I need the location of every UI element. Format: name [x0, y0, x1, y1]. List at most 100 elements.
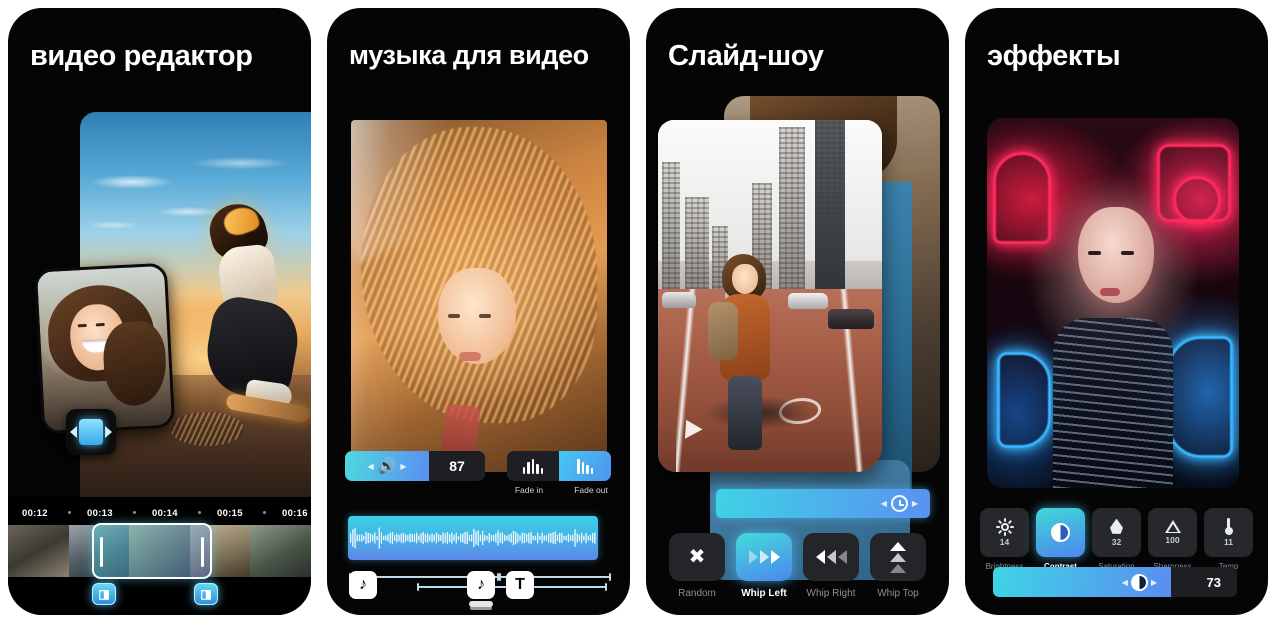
panel-effects: эффекты 14BrightnessContrast32Saturation… — [965, 8, 1268, 615]
adjustment-temp[interactable]: 11Temp — [1204, 508, 1253, 571]
timeline-tick — [198, 511, 201, 514]
car — [662, 291, 697, 308]
transition-option-whip-left[interactable]: Whip Left — [736, 533, 792, 599]
timeline-timestamp: 00:15 — [217, 507, 243, 519]
audio-bars-icon — [577, 458, 593, 474]
pip-eye-left — [77, 323, 87, 328]
adjustment-tile[interactable]: 100 — [1148, 508, 1197, 557]
fade-out-button[interactable] — [559, 451, 611, 481]
duration-decrease-icon[interactable]: ◀ — [881, 499, 887, 508]
adjustment-value: 11 — [1224, 537, 1233, 547]
subject-striped-top — [1052, 317, 1173, 488]
subject-eye-right — [1120, 251, 1134, 256]
panel-title-music: музыка для видео — [349, 40, 589, 70]
transition-tile[interactable] — [870, 533, 926, 581]
transition-list[interactable]: ✖ Random Whip Left Whip Right Whip Top — [646, 533, 949, 599]
droplet-icon — [1110, 518, 1123, 534]
increase-icon[interactable]: ▶ — [400, 462, 406, 471]
timeline-tick — [263, 511, 266, 514]
effects-video-preview[interactable] — [987, 118, 1239, 488]
music-toolbar[interactable]: ♪ ♪ T — [327, 563, 630, 607]
panel-slideshow: Слайд-шоу ◀ ▶ ✖ Random Whip Left Whip Ri… — [646, 8, 949, 615]
volume-control[interactable]: ◀ 🔊 ▶ 87 — [345, 451, 485, 481]
slideshow-subject — [703, 253, 814, 472]
neon-sign-blue-left — [997, 352, 1051, 448]
volume-value: 87 — [429, 451, 485, 481]
adjustment-tile[interactable]: 32 — [1092, 508, 1141, 557]
transition-icon: ◨ — [200, 587, 212, 601]
fade-buttons[interactable] — [507, 451, 611, 481]
transition-marker[interactable]: ◨ — [194, 583, 218, 605]
adjustment-contrast[interactable]: Contrast — [1036, 508, 1085, 571]
model-lips — [458, 352, 481, 362]
fade-out-label: Fade out — [574, 485, 608, 495]
music-note-icon: ♪ — [359, 576, 367, 593]
subject-face — [731, 263, 758, 294]
transition-label: Whip Left — [741, 588, 787, 599]
adjustment-brightness[interactable]: 14Brightness — [980, 508, 1029, 571]
add-music-button[interactable]: ♪ — [349, 571, 377, 599]
transition-icon: ◨ — [98, 587, 110, 601]
fade-in-label: Fade in — [514, 485, 544, 495]
arrows-right-icon — [748, 550, 780, 564]
transition-tile[interactable] — [803, 533, 859, 581]
filmstrip-frame — [8, 525, 69, 577]
adjustment-value: 100 — [1165, 535, 1180, 545]
music-library-button[interactable]: ♪ — [467, 571, 495, 607]
timeline-tick — [68, 511, 71, 514]
volume-slider[interactable]: ◀ 🔊 ▶ — [345, 451, 429, 481]
model-eye-left — [448, 313, 461, 318]
neon-sign-red-left — [993, 152, 1051, 244]
timeline-timestamp: 00:12 — [22, 507, 48, 519]
transition-label: Whip Right — [806, 588, 856, 599]
arrows-up-icon — [890, 541, 906, 573]
sun-icon — [995, 517, 1014, 536]
waveform-path — [350, 527, 596, 549]
transition-tile[interactable] — [736, 533, 792, 581]
trim-handle-left[interactable] — [100, 537, 103, 567]
neon-sign-red-right-2 — [1173, 176, 1221, 224]
transition-tile[interactable]: ✖ — [669, 533, 725, 581]
car — [787, 293, 828, 310]
adjustment-tile[interactable]: 11 — [1204, 508, 1253, 557]
adjustment-tile[interactable] — [1036, 508, 1085, 557]
slide-duration-bar[interactable]: ◀ ▶ — [716, 489, 930, 518]
transition-option-whip-top[interactable]: Whip Top — [870, 533, 926, 599]
transition-label: Whip Top — [877, 588, 919, 599]
transition-marker[interactable]: ◨ — [92, 583, 116, 605]
adjustment-slider[interactable]: ◀ ▶ 73 — [993, 567, 1237, 597]
adjustment-tile[interactable]: 14 — [980, 508, 1029, 557]
selected-clip[interactable] — [92, 523, 212, 579]
panel-video-editor: видео редактор 00:12 00:13 00:14 00:15 0… — [8, 8, 311, 615]
audio-waveform[interactable] — [348, 516, 598, 560]
fade-in-button[interactable] — [507, 451, 559, 481]
audio-bars-icon — [522, 458, 544, 474]
add-text-button[interactable]: T — [506, 571, 534, 599]
adjustment-sharpness[interactable]: 100Sharpness — [1148, 508, 1197, 571]
crop-pip-button[interactable] — [66, 409, 116, 455]
adjustment-saturation[interactable]: 32Saturation — [1092, 508, 1141, 571]
shuffle-icon: ✖ — [688, 546, 706, 568]
panel-title-slideshow: Слайд-шоу — [668, 40, 824, 72]
transition-option-random[interactable]: ✖ Random — [669, 533, 725, 599]
decrease-icon[interactable]: ◀ — [368, 462, 374, 471]
thermometer-icon — [1224, 518, 1233, 535]
trim-handle-right[interactable] — [201, 537, 204, 567]
slideshow-main-slide[interactable] — [658, 120, 882, 472]
transition-option-whip-right[interactable]: Whip Right — [803, 533, 859, 599]
adjustment-value: 32 — [1111, 536, 1122, 547]
contrast-icon — [1051, 523, 1070, 542]
slider-decrease-icon[interactable]: ◀ — [1122, 578, 1128, 587]
adjustment-list[interactable]: 14BrightnessContrast32Saturation100Sharp… — [965, 508, 1268, 571]
arrows-left-icon — [815, 550, 847, 564]
text-T-icon: T — [515, 576, 525, 593]
contrast-icon[interactable] — [1130, 573, 1148, 591]
panel-music-for-video: музыка для видео ◀ 🔊 ▶ 87 Fade in Fade o… — [327, 8, 630, 615]
timeline-ruler: 00:12 00:13 00:14 00:15 00:16 — [8, 505, 311, 521]
transition-label: Random — [678, 588, 716, 599]
music-video-preview[interactable] — [351, 120, 607, 472]
pip-eye-right — [95, 323, 105, 327]
timeline[interactable]: 00:12 00:13 00:14 00:15 00:16 ◨ ◨ — [8, 497, 311, 615]
slider-increase-icon[interactable]: ▶ — [1151, 578, 1157, 587]
duration-increase-icon[interactable]: ▶ — [912, 499, 918, 508]
